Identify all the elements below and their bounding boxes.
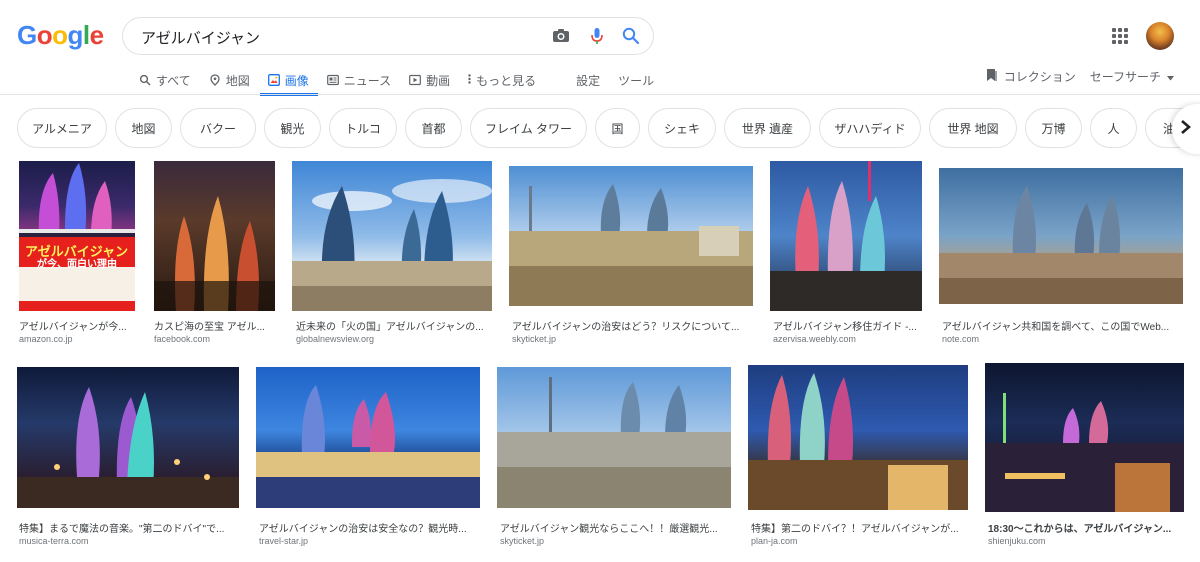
result-thumbnail[interactable] bbox=[939, 168, 1183, 304]
tab-label: 画像 bbox=[284, 73, 309, 88]
google-logo[interactable]: Google bbox=[17, 20, 104, 51]
result-caption: アゼルバイジャン移住ガイド -... bbox=[773, 322, 917, 333]
tab-images[interactable]: 画像 bbox=[259, 66, 318, 96]
tab-label: ニュース bbox=[343, 73, 392, 88]
result-thumbnail[interactable] bbox=[985, 363, 1184, 512]
chip[interactable]: フレイム タワー bbox=[470, 108, 587, 148]
chip[interactable]: 地図 bbox=[115, 108, 172, 148]
result-caption: アゼルバイジャン共和国を調べて、この国でWeb... bbox=[942, 322, 1170, 333]
result-caption: アゼルバイジャンの治安はどう？リスクについて... bbox=[512, 322, 740, 333]
result-thumbnail[interactable] bbox=[154, 161, 275, 311]
result-thumbnail[interactable] bbox=[748, 365, 968, 510]
chip[interactable]: 国 bbox=[595, 108, 640, 148]
tab-label: すべて bbox=[156, 73, 191, 88]
result-thumbnail[interactable]: アゼルバイジャン が今、面白い理由 bbox=[19, 161, 135, 311]
video-icon bbox=[409, 74, 422, 86]
tab-label: もっと見る bbox=[476, 73, 537, 88]
search-icon bbox=[139, 74, 151, 86]
result-caption: 特集】まるで魔法の音楽。"第二のドバイ"で... bbox=[19, 524, 225, 535]
more-vert-icon bbox=[468, 73, 471, 88]
related-search-chips: アルメニア 地図 バクー 観光 トルコ 首都 フレイム タワー 国 シェキ 世界… bbox=[17, 108, 1200, 148]
caret-down-icon bbox=[1167, 70, 1174, 84]
result-thumbnail[interactable] bbox=[292, 161, 492, 311]
chip[interactable]: 観光 bbox=[264, 108, 321, 148]
chip[interactable]: ザハハディド bbox=[819, 108, 921, 148]
result-caption: 18:30〜これからは、アゼルバイジャン... bbox=[988, 524, 1172, 535]
tab-tools[interactable]: ツール bbox=[618, 66, 654, 94]
image-icon bbox=[267, 74, 280, 86]
search-icon[interactable] bbox=[621, 26, 641, 46]
result-source: amazon.co.jp bbox=[19, 334, 73, 344]
result-thumbnail[interactable] bbox=[497, 367, 731, 508]
news-icon bbox=[326, 74, 339, 86]
result-source: skyticket.jp bbox=[500, 536, 545, 546]
chip[interactable]: トルコ bbox=[329, 108, 397, 148]
tab-settings[interactable]: 設定 bbox=[576, 66, 600, 94]
result-caption: 近未来の「火の国」アゼルバイジャンの... bbox=[296, 322, 484, 333]
result-thumbnail[interactable] bbox=[17, 367, 239, 508]
result-source: note.com bbox=[942, 334, 980, 344]
tab-label: ツール bbox=[618, 73, 655, 88]
collections-label: コレクション bbox=[1003, 70, 1076, 84]
tab-more[interactable]: もっと見る bbox=[468, 66, 536, 94]
chevron-right-icon bbox=[1180, 119, 1192, 140]
search-tabs: すべて 地図 画像 ニュース 動画 もっと見る 設定 ツール bbox=[139, 66, 672, 96]
header-divider bbox=[0, 94, 1200, 95]
result-source: globalnewsview.org bbox=[296, 334, 375, 344]
bookmark-icon bbox=[986, 68, 998, 85]
safesearch-button[interactable]: セーフサーチ bbox=[1090, 68, 1174, 85]
tab-news[interactable]: ニュース bbox=[326, 66, 392, 94]
right-tools: コレクション セーフサーチ bbox=[986, 68, 1174, 85]
result-caption: アゼルバイジャン観光ならここへ！！厳選観光... bbox=[500, 524, 718, 535]
result-source: musica-terra.com bbox=[19, 536, 89, 546]
result-source: facebook.com bbox=[154, 334, 211, 344]
result-caption: カスピ海の至宝 アゼル... bbox=[154, 322, 265, 333]
chip[interactable]: 万博 bbox=[1025, 108, 1082, 148]
result-source: shienjuku.com bbox=[988, 536, 1046, 546]
result-source: skyticket.jp bbox=[512, 334, 557, 344]
result-thumbnail[interactable] bbox=[256, 367, 480, 508]
result-source: plan-ja.com bbox=[751, 536, 798, 546]
search-input[interactable] bbox=[141, 27, 521, 47]
tab-label: 動画 bbox=[426, 73, 451, 88]
book-cover-subtitle: が今、面白い理由 bbox=[37, 259, 117, 270]
camera-icon[interactable] bbox=[551, 26, 571, 46]
map-pin-icon bbox=[209, 74, 221, 86]
tab-label: 地図 bbox=[225, 73, 250, 88]
tab-label: 設定 bbox=[576, 73, 601, 88]
result-caption: 特集】第二のドバイ？！アゼルバイジャンが... bbox=[751, 524, 959, 535]
chip[interactable]: シェキ bbox=[648, 108, 716, 148]
result-source: travel-star.jp bbox=[259, 536, 309, 546]
chip[interactable]: バクー bbox=[180, 108, 256, 148]
safesearch-label: セーフサーチ bbox=[1089, 70, 1161, 84]
chip[interactable]: アルメニア bbox=[17, 108, 107, 148]
result-source: azervisa.weebly.com bbox=[773, 334, 856, 344]
chip[interactable]: 首都 bbox=[405, 108, 462, 148]
collections-button[interactable]: コレクション bbox=[986, 68, 1076, 85]
chip[interactable]: 世界 地図 bbox=[929, 108, 1017, 148]
apps-grid-icon[interactable] bbox=[1112, 28, 1128, 44]
tab-all[interactable]: すべて bbox=[139, 66, 191, 94]
microphone-icon[interactable] bbox=[587, 26, 607, 46]
tab-maps[interactable]: 地図 bbox=[209, 66, 250, 94]
chip[interactable]: 人 bbox=[1090, 108, 1137, 148]
result-thumbnail[interactable] bbox=[770, 161, 922, 311]
result-caption: アゼルバイジャンの治安は安全なの？観光時... bbox=[259, 524, 467, 535]
account-avatar[interactable] bbox=[1146, 22, 1174, 50]
result-caption: アゼルバイジャンが今... bbox=[19, 322, 127, 333]
search-box bbox=[122, 17, 654, 55]
result-thumbnail[interactable] bbox=[509, 166, 753, 306]
tab-videos[interactable]: 動画 bbox=[409, 66, 450, 94]
chip[interactable]: 世界 遺産 bbox=[724, 108, 811, 148]
